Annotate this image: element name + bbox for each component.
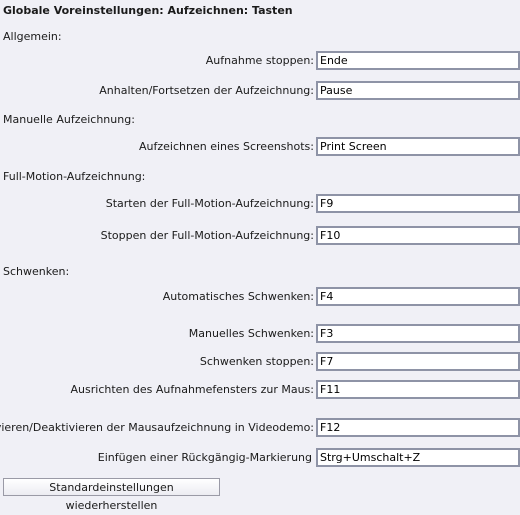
section-fullmotion: Full-Motion-Aufzeichnung: — [3, 170, 146, 183]
page-title: Globale Voreinstellungen: Aufzeichnen: T… — [3, 4, 293, 17]
stop-fullmotion-field[interactable] — [316, 226, 520, 245]
label-stop-fullmotion: Stoppen der Full-Motion-Aufzeichnung: — [100, 229, 314, 242]
label-align-window: Ausrichten des Aufnahmefensters zur Maus… — [70, 383, 314, 396]
label-auto-pan: Automatisches Schwenken: — [162, 290, 314, 303]
label-manual-pan: Manuelles Schwenken: — [188, 327, 314, 340]
pause-resume-field[interactable] — [316, 81, 520, 100]
restore-defaults-button[interactable]: Standardeinstellungen wiederherstellen — [3, 478, 220, 512]
start-fullmotion-field[interactable] — [316, 194, 520, 213]
screenshot-field[interactable] — [316, 137, 520, 156]
stop-pan-field[interactable] — [316, 352, 520, 371]
label-pause-resume: Anhalten/Fortsetzen der Aufzeichnung: — [99, 84, 314, 97]
label-undo-marker: Einfügen einer Rückgängig-Markierung — [97, 451, 312, 464]
label-start-fullmotion: Starten der Full-Motion-Aufzeichnung: — [105, 197, 314, 210]
label-toggle-mouse: Aktivieren/Deaktivieren der Mausaufzeich… — [0, 421, 314, 434]
manual-pan-field[interactable] — [316, 324, 520, 343]
stop-recording-field[interactable] — [316, 51, 520, 70]
auto-pan-field[interactable] — [316, 287, 520, 306]
label-stop-recording: Aufnahme stoppen: — [205, 54, 314, 67]
section-manual: Manuelle Aufzeichnung: — [3, 113, 135, 126]
align-window-field[interactable] — [316, 380, 520, 399]
label-stop-pan: Schwenken stoppen: — [199, 355, 314, 368]
section-general: Allgemein: — [3, 30, 62, 43]
label-screenshot: Aufzeichnen eines Screenshots: — [139, 140, 314, 153]
toggle-mouse-field[interactable] — [316, 418, 520, 437]
undo-marker-field[interactable] — [316, 448, 520, 467]
section-panning: Schwenken: — [3, 265, 70, 278]
